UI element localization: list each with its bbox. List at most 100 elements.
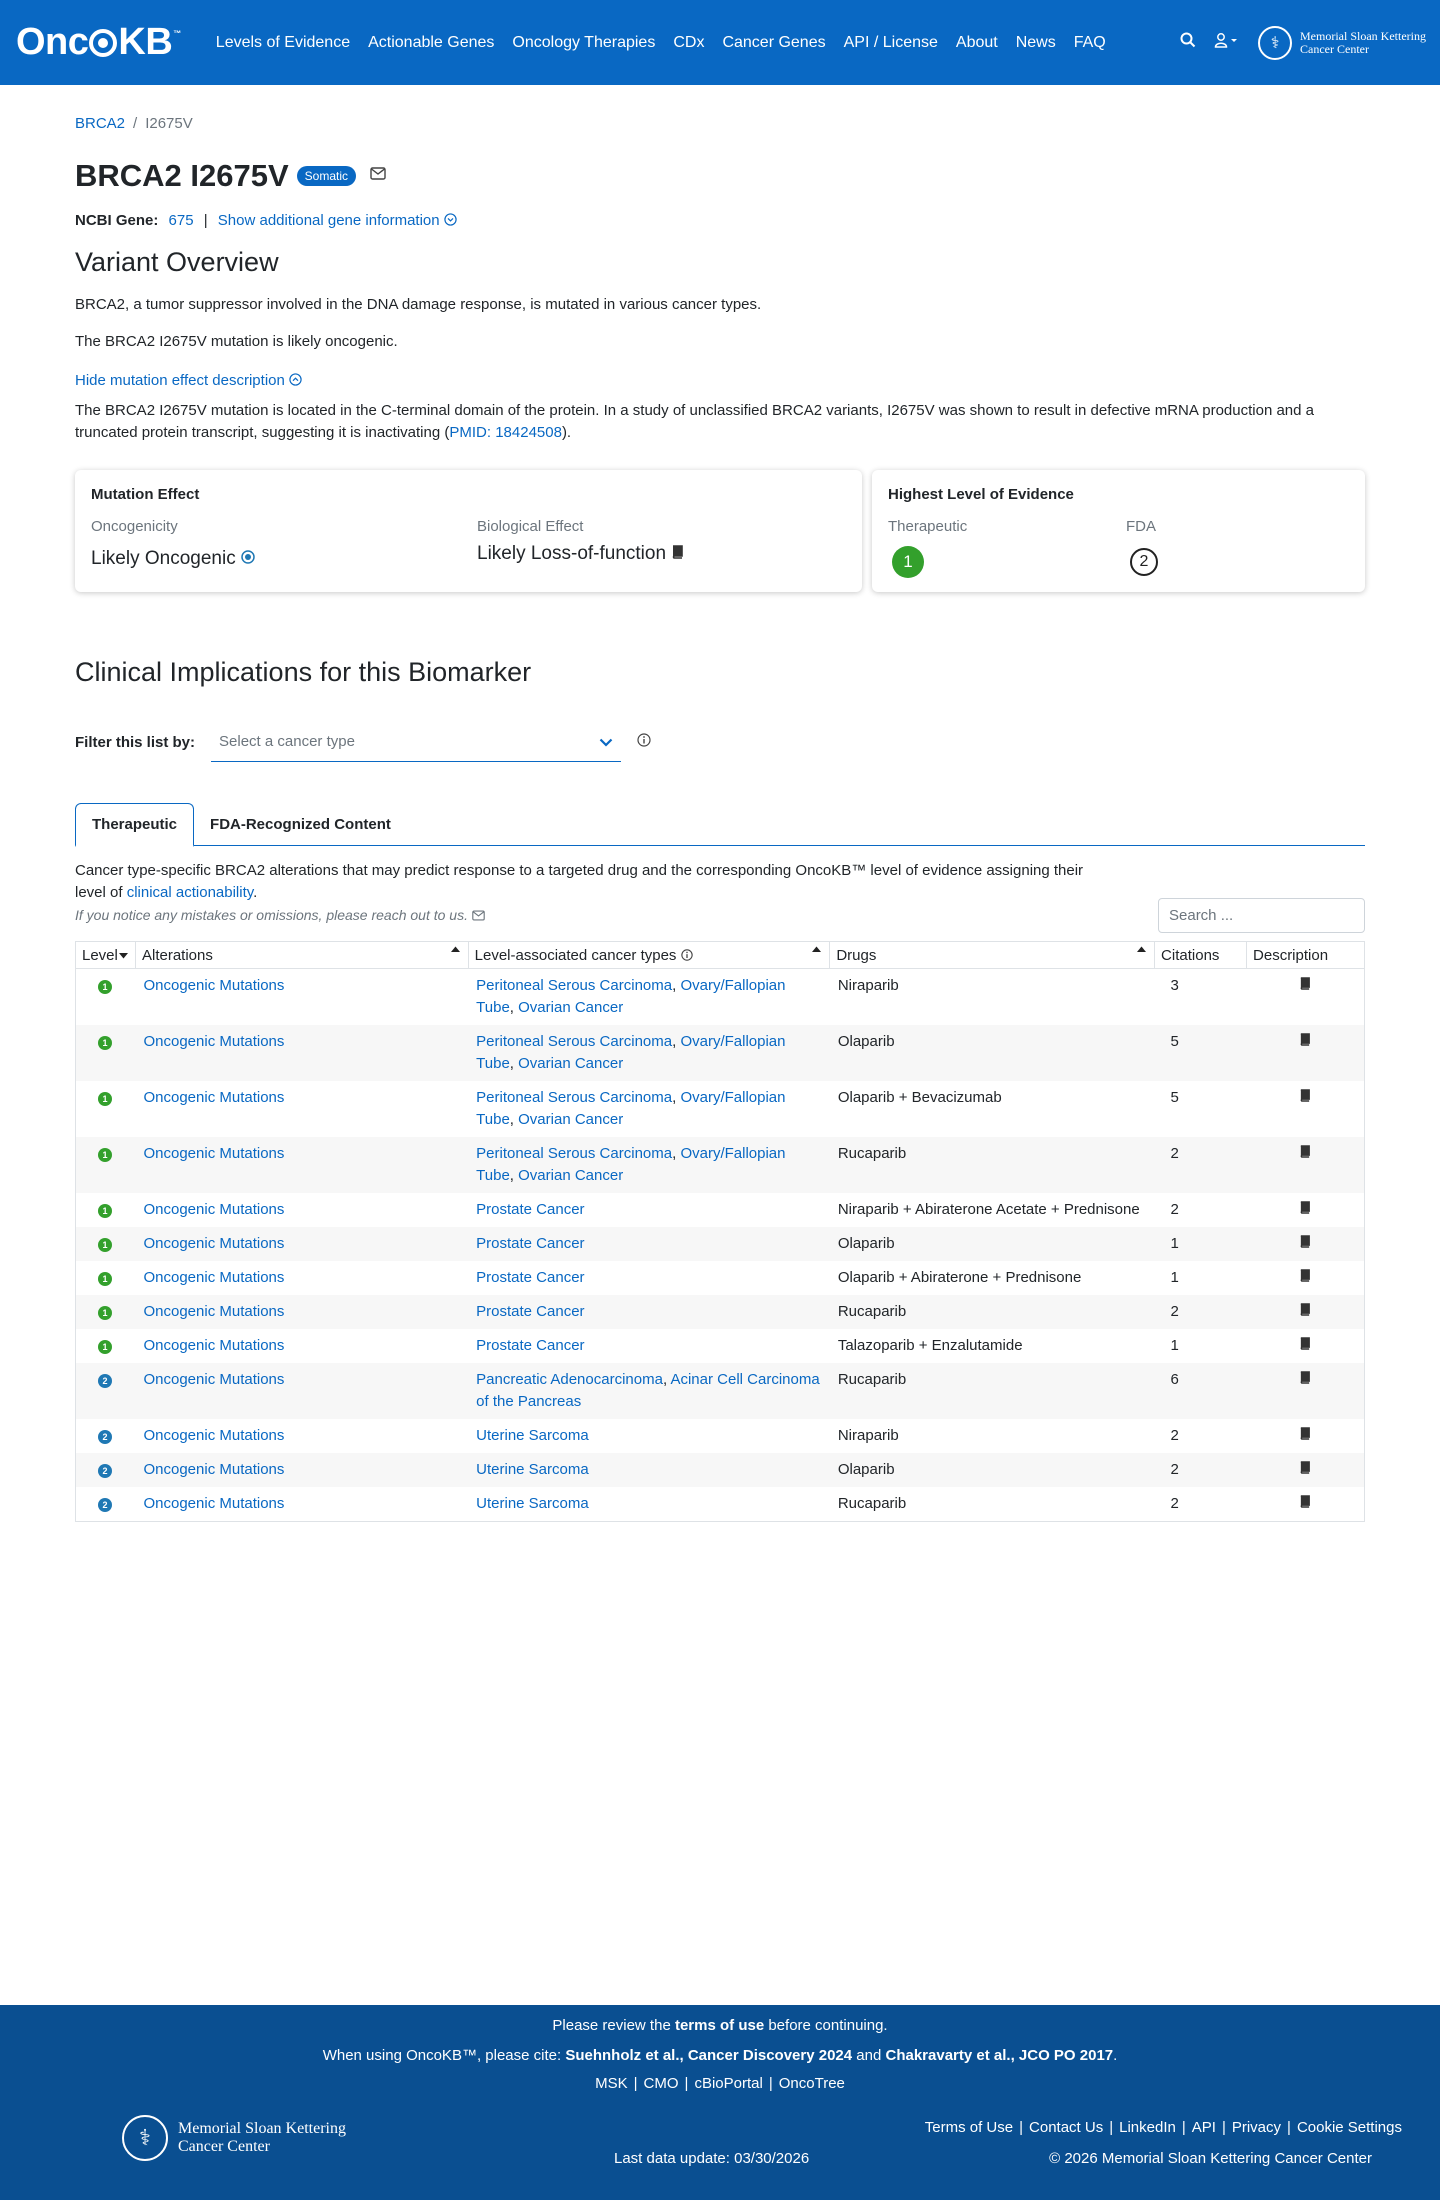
footer-link-api[interactable]: API xyxy=(1192,2119,1216,2136)
alteration-link[interactable]: Oncogenic Mutations xyxy=(143,1269,284,1286)
citations-cell[interactable]: 2 xyxy=(1154,1295,1247,1329)
citations-cell[interactable]: 2 xyxy=(1155,1487,1247,1522)
book-icon[interactable] xyxy=(1299,1337,1311,1353)
level-badge[interactable]: 2 xyxy=(98,1374,112,1388)
tab-therapeutic[interactable]: Therapeutic xyxy=(75,802,195,847)
footer-link-privacy[interactable]: Privacy xyxy=(1232,2119,1281,2136)
footer-cite-link-2[interactable]: Chakravarty et al., JCO PO 2017 xyxy=(886,2047,1114,2064)
footer-msk-logo[interactable]: ⚕ Memorial Sloan Kettering Cancer Center xyxy=(122,2115,346,2161)
cancer-type-link[interactable]: Ovarian Cancer xyxy=(518,1055,623,1072)
alteration-link[interactable]: Oncogenic Mutations xyxy=(143,1235,284,1252)
col-description-header[interactable]: Description xyxy=(1246,941,1365,969)
info-icon[interactable] xyxy=(680,947,693,964)
book-icon[interactable] xyxy=(1299,1201,1311,1217)
book-icon[interactable] xyxy=(1299,1303,1311,1319)
level-badge[interactable]: 2 xyxy=(98,1430,112,1444)
footer-link-contact[interactable]: Contact Us xyxy=(1029,2119,1103,2136)
level-badge[interactable]: 2 xyxy=(98,1464,112,1478)
breadcrumb-gene[interactable]: BRCA2 xyxy=(75,115,125,132)
alteration-link[interactable]: Oncogenic Mutations xyxy=(143,1371,284,1388)
show-gene-info-link[interactable]: Show additional gene information xyxy=(218,212,440,229)
footer-link-oncotree[interactable]: OncoTree xyxy=(779,2075,845,2092)
footer-link-cbioportal[interactable]: cBioPortal xyxy=(694,2075,762,2092)
alteration-link[interactable]: Oncogenic Mutations xyxy=(143,977,284,994)
book-icon[interactable] xyxy=(1299,1269,1311,1285)
level-badge[interactable]: 1 xyxy=(98,1340,112,1354)
cancer-type-link[interactable]: Uterine Sarcoma xyxy=(476,1495,589,1512)
alteration-link[interactable]: Oncogenic Mutations xyxy=(143,1089,284,1106)
msk-logo[interactable]: ⚕ Memorial Sloan Kettering Cancer Center xyxy=(1258,25,1426,60)
nav-cancer-genes[interactable]: Cancer Genes xyxy=(713,34,834,52)
cancer-type-link[interactable]: Peritoneal Serous Carcinoma xyxy=(476,1033,672,1050)
book-icon[interactable] xyxy=(1299,1371,1311,1387)
book-icon[interactable] xyxy=(1299,977,1311,993)
level-badge[interactable]: 1 xyxy=(98,1272,112,1286)
hide-mutation-effect-link[interactable]: Hide mutation effect description xyxy=(75,372,285,389)
chevron-up-circle-icon[interactable] xyxy=(289,372,302,389)
cancer-type-link[interactable]: Ovarian Cancer xyxy=(518,1167,623,1184)
citations-cell[interactable]: 5 xyxy=(1154,1025,1247,1081)
footer-cite-link-1[interactable]: Suehnholz et al., Cancer Discovery 2024 xyxy=(565,2047,852,2064)
citations-cell[interactable]: 2 xyxy=(1154,1137,1247,1193)
cancer-type-link[interactable]: Peritoneal Serous Carcinoma xyxy=(476,1145,672,1162)
book-icon[interactable] xyxy=(1299,1033,1311,1049)
citations-cell[interactable]: 1 xyxy=(1155,1329,1247,1363)
alteration-link[interactable]: Oncogenic Mutations xyxy=(143,1303,284,1320)
nav-api-license[interactable]: API / License xyxy=(835,34,947,52)
level-badge[interactable]: 1 xyxy=(98,1238,112,1252)
nav-levels-of-evidence[interactable]: Levels of Evidence xyxy=(207,34,359,52)
citations-cell[interactable]: 2 xyxy=(1155,1193,1247,1227)
nav-about[interactable]: About xyxy=(947,34,1007,52)
tab-fda-recognized-content[interactable]: FDA-Recognized Content xyxy=(194,804,407,845)
ncbi-gene-id-link[interactable]: 675 xyxy=(169,212,194,229)
cancer-type-link[interactable]: Peritoneal Serous Carcinoma xyxy=(476,977,672,994)
level-badge[interactable]: 2 xyxy=(98,1498,112,1512)
envelope-small-icon[interactable] xyxy=(472,907,485,923)
footer-link-linkedin[interactable]: LinkedIn xyxy=(1119,2119,1176,2136)
nav-oncology-therapies[interactable]: Oncology Therapies xyxy=(503,34,664,52)
alteration-link[interactable]: Oncogenic Mutations xyxy=(143,1201,284,1218)
col-citations-header[interactable]: Citations xyxy=(1154,941,1248,969)
book-icon[interactable] xyxy=(1299,1235,1311,1251)
level-badge[interactable]: 1 xyxy=(98,1036,112,1050)
chevron-down-circle-icon[interactable] xyxy=(444,212,457,229)
alteration-link[interactable]: Oncogenic Mutations xyxy=(143,1461,284,1478)
cancer-type-link[interactable]: Prostate Cancer xyxy=(476,1269,584,1286)
nav-faq[interactable]: FAQ xyxy=(1065,34,1115,52)
info-icon[interactable] xyxy=(637,733,651,751)
search-icon[interactable] xyxy=(1180,32,1196,53)
citations-cell[interactable]: 2 xyxy=(1154,1453,1247,1487)
level-badge[interactable]: 1 xyxy=(98,1092,112,1106)
pmid-link[interactable]: PMID: 18424508 xyxy=(449,424,562,441)
cancer-type-link[interactable]: Peritoneal Serous Carcinoma xyxy=(476,1089,672,1106)
alteration-link[interactable]: Oncogenic Mutations xyxy=(143,1145,284,1162)
level-badge[interactable]: 1 xyxy=(98,1306,112,1320)
citations-cell[interactable]: 5 xyxy=(1155,1081,1247,1137)
alteration-link[interactable]: Oncogenic Mutations xyxy=(143,1033,284,1050)
cancer-type-link[interactable]: Prostate Cancer xyxy=(476,1303,584,1320)
level-badge[interactable]: 1 xyxy=(98,1148,112,1162)
citations-cell[interactable]: 6 xyxy=(1154,1363,1247,1419)
cancer-type-link[interactable]: Ovarian Cancer xyxy=(518,999,623,1016)
cancer-type-link[interactable]: Prostate Cancer xyxy=(476,1201,584,1218)
envelope-icon[interactable] xyxy=(370,167,386,185)
book-icon[interactable] xyxy=(1299,1427,1311,1443)
col-cancer-types-header[interactable]: Level-associated cancer types xyxy=(468,941,831,969)
nav-news[interactable]: News xyxy=(1007,34,1065,52)
book-icon[interactable] xyxy=(671,543,684,564)
therapeutic-level-badge[interactable]: 1 xyxy=(892,546,924,578)
cancer-type-link[interactable]: Uterine Sarcoma xyxy=(476,1461,589,1478)
clinical-actionability-link[interactable]: clinical actionability xyxy=(127,884,253,901)
table-search-input[interactable]: Search ... xyxy=(1158,898,1365,933)
col-drugs-header[interactable]: Drugs xyxy=(829,941,1156,969)
footer-link-terms[interactable]: Terms of Use xyxy=(925,2119,1013,2136)
col-alterations-header[interactable]: Alterations xyxy=(135,941,469,969)
cancer-type-link[interactable]: Ovarian Cancer xyxy=(518,1111,623,1128)
book-icon[interactable] xyxy=(1299,1461,1311,1477)
book-icon[interactable] xyxy=(1299,1495,1311,1511)
alteration-link[interactable]: Oncogenic Mutations xyxy=(143,1427,284,1444)
alteration-link[interactable]: Oncogenic Mutations xyxy=(143,1337,284,1354)
footer-terms-link[interactable]: terms of use xyxy=(675,2017,764,2034)
alteration-link[interactable]: Oncogenic Mutations xyxy=(143,1495,284,1512)
col-level-header[interactable]: Level xyxy=(75,941,136,969)
